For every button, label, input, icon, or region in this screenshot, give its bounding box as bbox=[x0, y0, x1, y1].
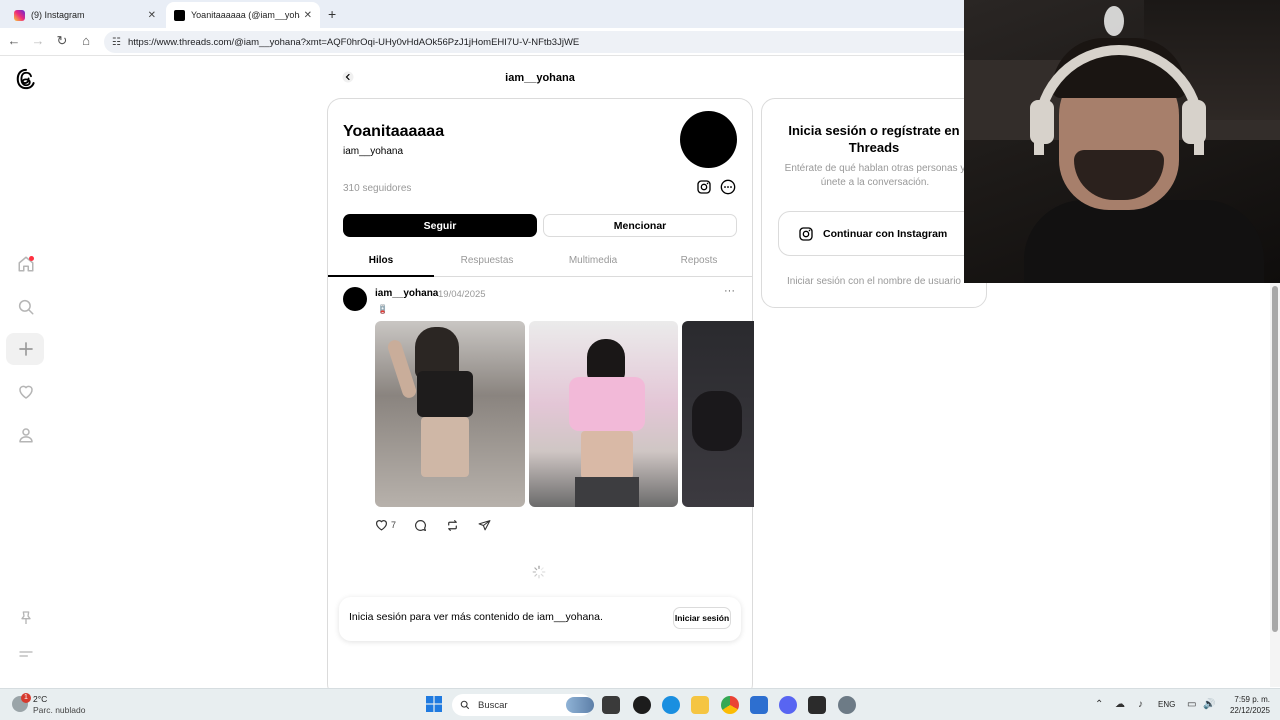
url-text: https://www.threads.com/@iam__yohana?xmt… bbox=[127, 36, 580, 48]
cloud-icon[interactable]: ☁ bbox=[1115, 699, 1125, 710]
browser-tab-instagram[interactable]: (9) Instagram ✕ bbox=[6, 2, 164, 28]
repost-icon[interactable] bbox=[446, 519, 462, 532]
search-icon[interactable] bbox=[14, 295, 38, 319]
chevron-up-icon[interactable]: ⌃ bbox=[1095, 699, 1103, 710]
signin-title: Inicia sesión o regístrate en Threads bbox=[788, 123, 960, 155]
signin-subtitle: Entérate de qué hablan otras personas y … bbox=[784, 163, 966, 188]
loading-spinner-icon bbox=[532, 565, 546, 579]
microphone-icon[interactable]: ♪ bbox=[1138, 699, 1143, 710]
username: iam__yohana bbox=[343, 146, 404, 157]
threads-nav-rail bbox=[0, 57, 52, 687]
browser-tab-title: (9) Instagram bbox=[31, 10, 85, 20]
webcam-overlay bbox=[964, 0, 1280, 283]
post-image[interactable] bbox=[682, 321, 754, 507]
browser-tab-title: Yoanitaaaaaa (@iam__yohana) • bbox=[191, 10, 300, 20]
clock-time: 7:59 p. m. bbox=[1234, 695, 1270, 704]
post-date[interactable]: 19/04/2025 bbox=[438, 289, 486, 300]
active-tab-indicator bbox=[328, 275, 434, 277]
follow-button[interactable]: Seguir bbox=[343, 214, 537, 237]
profile-icon[interactable] bbox=[14, 423, 38, 447]
mention-button[interactable]: Mencionar bbox=[543, 214, 737, 237]
notification-dot bbox=[29, 256, 34, 261]
post-image[interactable] bbox=[375, 321, 525, 507]
settings-icon[interactable] bbox=[838, 696, 856, 714]
login-prompt-banner: Inicia sesión para ver más contenido de … bbox=[339, 597, 741, 641]
profile-header: iam__yohana bbox=[328, 60, 752, 96]
create-plus-icon[interactable] bbox=[14, 337, 38, 361]
forward-arrow-icon[interactable]: → bbox=[29, 33, 47, 48]
tab-multimedia[interactable]: Multimedia bbox=[540, 255, 646, 266]
tab-reposts[interactable]: Reposts bbox=[646, 255, 752, 266]
taskbar-search-placeholder: Buscar bbox=[478, 699, 508, 711]
edge-icon[interactable] bbox=[662, 696, 680, 714]
volume-icon[interactable]: 🔊 bbox=[1203, 699, 1215, 710]
language-indicator[interactable]: ENG bbox=[1158, 700, 1175, 709]
profile-avatar[interactable] bbox=[680, 111, 737, 168]
address-bar[interactable]: ☷ https://www.threads.com/@iam__yohana?x… bbox=[104, 31, 984, 53]
heart-icon bbox=[376, 520, 387, 531]
post-text: 🪫 bbox=[377, 304, 389, 314]
reply-icon[interactable] bbox=[414, 519, 430, 532]
heart-icon[interactable] bbox=[14, 380, 38, 404]
weather-temp[interactable]: 2°C bbox=[33, 694, 47, 704]
continue-with-instagram-label: Continuar con Instagram bbox=[823, 227, 948, 240]
epic-games-icon[interactable] bbox=[808, 696, 826, 714]
close-tab-icon[interactable]: ✕ bbox=[148, 10, 156, 21]
continue-with-instagram-button[interactable]: Continuar con Instagram bbox=[778, 211, 978, 256]
taskbar-clock[interactable]: 7:59 p. m. 22/12/2025 bbox=[1224, 694, 1270, 716]
close-tab-icon[interactable]: ✕ bbox=[304, 10, 312, 21]
new-tab-icon[interactable]: + bbox=[328, 6, 336, 22]
weather-badge: 1 bbox=[21, 693, 31, 703]
like-button[interactable]: 7 bbox=[375, 519, 396, 531]
instagram-icon[interactable] bbox=[696, 179, 712, 195]
back-arrow-icon[interactable]: ← bbox=[5, 33, 23, 48]
profile-tabs: Hilos Respuestas Multimedia Reposts bbox=[328, 251, 752, 277]
network-icon[interactable]: ▭ bbox=[1187, 699, 1196, 710]
file-explorer-icon[interactable] bbox=[691, 696, 709, 714]
windows-start-icon[interactable] bbox=[426, 696, 442, 712]
share-icon[interactable] bbox=[478, 519, 494, 532]
pin-icon[interactable] bbox=[14, 606, 38, 630]
weather-description[interactable]: Parc. nublado bbox=[33, 705, 85, 715]
chrome-icon[interactable] bbox=[721, 696, 739, 714]
followers-count[interactable]: 310 seguidores bbox=[343, 183, 411, 194]
more-options-icon[interactable] bbox=[720, 179, 736, 195]
threads-favicon-icon bbox=[174, 9, 185, 21]
threads-logo-icon[interactable] bbox=[14, 67, 38, 91]
instagram-favicon-icon bbox=[14, 9, 25, 21]
browser-tab-threads[interactable]: Yoanitaaaaaa (@iam__yohana) • ✕ bbox=[166, 2, 320, 28]
app-icon[interactable] bbox=[633, 696, 651, 714]
search-highlight-icon bbox=[566, 697, 594, 713]
reload-icon[interactable]: ↻ bbox=[53, 33, 71, 49]
clock-date: 22/12/2025 bbox=[1229, 706, 1270, 715]
post-actions: 7 bbox=[375, 516, 506, 534]
page-title: iam__yohana bbox=[505, 72, 575, 84]
discord-icon[interactable] bbox=[779, 696, 797, 714]
signin-card: Inicia sesión o regístrate en Threads En… bbox=[761, 98, 987, 308]
tab-hilos[interactable]: Hilos bbox=[328, 255, 434, 266]
taskbar-search[interactable]: Buscar bbox=[452, 694, 594, 716]
windows-taskbar: 1 2°C Parc. nublado Buscar ⌃ ☁ ♪ ENG ▭ 🔊… bbox=[0, 688, 1280, 720]
store-icon[interactable] bbox=[750, 696, 768, 714]
login-prompt-text: Inicia sesión para ver más contenido de … bbox=[349, 611, 603, 623]
tab-respuestas[interactable]: Respuestas bbox=[434, 255, 540, 266]
page-scrollbar-thumb[interactable] bbox=[1272, 286, 1278, 632]
home-icon[interactable] bbox=[14, 252, 38, 276]
like-count: 7 bbox=[391, 520, 397, 530]
post-avatar[interactable] bbox=[343, 287, 367, 311]
menu-icon[interactable] bbox=[14, 642, 38, 666]
login-button[interactable]: Iniciar sesión bbox=[673, 607, 731, 629]
home-icon[interactable]: ⌂ bbox=[77, 33, 95, 48]
post-username[interactable]: iam__yohana bbox=[375, 288, 438, 299]
display-name: Yoanitaaaaaa bbox=[343, 123, 445, 140]
post-image[interactable] bbox=[529, 321, 678, 507]
task-view-icon[interactable] bbox=[602, 696, 620, 714]
post-more-icon[interactable]: ··· bbox=[724, 285, 735, 297]
instagram-icon bbox=[799, 226, 813, 241]
site-info-icon[interactable]: ☷ bbox=[112, 37, 121, 48]
search-icon bbox=[460, 700, 470, 710]
username-login-link[interactable]: Iniciar sesión con el nombre de usuario bbox=[762, 276, 986, 287]
